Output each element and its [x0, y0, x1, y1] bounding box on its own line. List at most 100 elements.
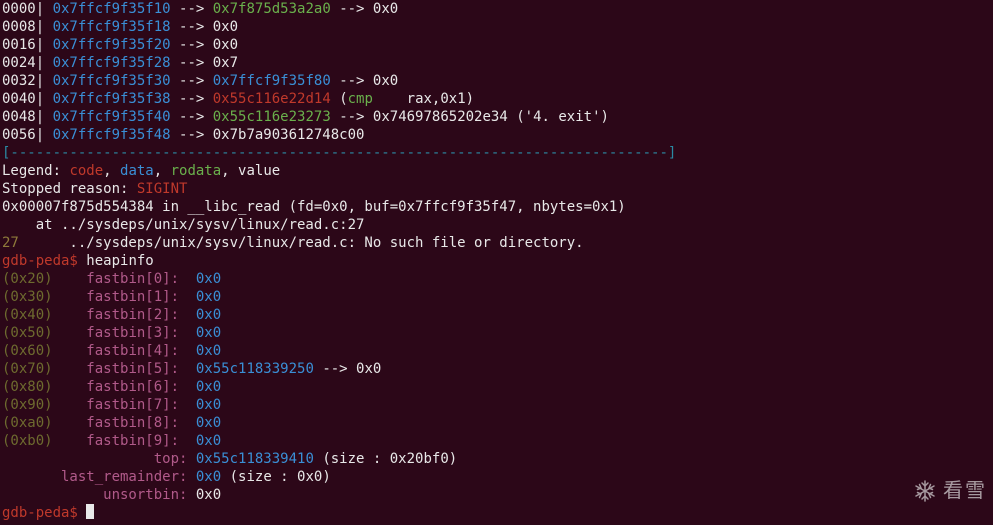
stack-offset: 0032|: [2, 73, 53, 89]
bin-size: (0x80): [2, 379, 86, 395]
legend-code: code: [69, 163, 103, 179]
heap-unsort: unsortbin: 0x0: [2, 486, 991, 504]
heap-lastrem: last_remainder: 0x0 (size : 0x0): [2, 468, 991, 486]
bin-value: 0x0: [196, 415, 221, 431]
stack-row: 0056| 0x7ffcf9f35f48 --> 0x7b7a903612748…: [2, 126, 991, 144]
bin-size: (0xb0): [2, 433, 86, 449]
src-error: ../sysdeps/unix/sysv/linux/read.c: No su…: [19, 235, 584, 251]
bin-value: 0x55c118339250: [196, 361, 314, 377]
fastbin-row: (0xb0) fastbin[9]: 0x0: [2, 432, 991, 450]
stack-offset: 0056|: [2, 127, 53, 143]
stop-signal: SIGINT: [137, 181, 188, 197]
asm-op: cmp: [348, 91, 373, 107]
legend: Legend: code, data, rodata, value: [2, 162, 991, 180]
stack-row: 0008| 0x7ffcf9f35f18 --> 0x0: [2, 18, 991, 36]
stopped-reason: Stopped reason: SIGINT: [2, 180, 991, 198]
stack-address: 0x7ffcf9f35f40: [53, 109, 171, 125]
stack-offset: 0048|: [2, 109, 53, 125]
bin-name: fastbin[5]:: [86, 361, 196, 377]
stack-row: 0048| 0x7ffcf9f35f40 --> 0x55c116e23273 …: [2, 108, 991, 126]
top-label: top:: [2, 451, 196, 467]
bin-value: 0x0: [196, 397, 221, 413]
bin-value: 0x0: [196, 271, 221, 287]
fastbin-row: (0x40) fastbin[2]: 0x0: [2, 306, 991, 324]
fastbin-row: (0x70) fastbin[5]: 0x55c118339250 --> 0x…: [2, 360, 991, 378]
fastbin-row: (0x20) fastbin[0]: 0x0: [2, 270, 991, 288]
lastrem-label: last_remainder:: [2, 469, 196, 485]
bin-value: 0x0: [196, 307, 221, 323]
bin-name: fastbin[2]:: [86, 307, 196, 323]
legend-rodata: rodata: [171, 163, 222, 179]
bin-size: (0xa0): [2, 415, 86, 431]
bin-value: 0x0: [196, 289, 221, 305]
unsort-label: unsortbin:: [2, 487, 196, 503]
fastbin-row: (0x90) fastbin[7]: 0x0: [2, 396, 991, 414]
section-divider: [---------------------------------------…: [2, 145, 676, 161]
stack-offset: 0024|: [2, 55, 53, 71]
stack-pointer: 0x55c116e22d14: [213, 91, 331, 107]
stack-address: 0x7ffcf9f35f20: [53, 37, 171, 53]
stack-offset: 0016|: [2, 37, 53, 53]
fastbin-row: (0x30) fastbin[1]: 0x0: [2, 288, 991, 306]
prompt-line: gdb-peda$: [2, 504, 991, 522]
stack-row: 0000| 0x7ffcf9f35f10 --> 0x7f875d53a2a0 …: [2, 0, 991, 18]
bin-size: (0x60): [2, 343, 86, 359]
legend-data: data: [120, 163, 154, 179]
bin-value: 0x0: [196, 433, 221, 449]
bin-name: fastbin[9]:: [86, 433, 196, 449]
stack-row: 0016| 0x7ffcf9f35f20 --> 0x0: [2, 36, 991, 54]
stack-offset: 0040|: [2, 91, 53, 107]
prompt-line: gdb-peda$ heapinfo: [2, 252, 991, 270]
unsort-value: 0x0: [196, 487, 221, 503]
gdb-prompt: gdb-peda$: [2, 253, 86, 269]
src-line-no: 27: [2, 235, 19, 251]
fastbin-row: (0xa0) fastbin[8]: 0x0: [2, 414, 991, 432]
bin-name: fastbin[1]:: [86, 289, 196, 305]
fastbin-row: (0x50) fastbin[3]: 0x0: [2, 324, 991, 342]
bin-name: fastbin[8]:: [86, 415, 196, 431]
fastbin-row: (0x60) fastbin[4]: 0x0: [2, 342, 991, 360]
stack-address: 0x7ffcf9f35f28: [53, 55, 171, 71]
gdb-prompt: gdb-peda$: [2, 505, 86, 521]
bin-size: (0x40): [2, 307, 86, 323]
stack-offset: 0000|: [2, 1, 53, 17]
frame-info: 0x00007f875d554384 in __libc_read (fd=0x…: [2, 199, 626, 215]
stack-pointer: 0x55c116e23273: [213, 109, 331, 125]
bin-size: (0x90): [2, 397, 86, 413]
bin-name: fastbin[6]:: [86, 379, 196, 395]
frame-at: at ../sysdeps/unix/sysv/linux/read.c:27: [2, 217, 364, 233]
bin-size: (0x70): [2, 361, 86, 377]
bin-name: fastbin[3]:: [86, 325, 196, 341]
heap-top: top: 0x55c118339410 (size : 0x20bf0): [2, 450, 991, 468]
bin-name: fastbin[4]:: [86, 343, 196, 359]
stack-row: 0024| 0x7ffcf9f35f28 --> 0x7: [2, 54, 991, 72]
bin-value: 0x0: [196, 343, 221, 359]
bin-size: (0x20): [2, 271, 86, 287]
fastbin-row: (0x80) fastbin[6]: 0x0: [2, 378, 991, 396]
stack-row: 0032| 0x7ffcf9f35f30 --> 0x7ffcf9f35f80 …: [2, 72, 991, 90]
watermark-text: 看雪: [943, 482, 987, 500]
snowflake-icon: [913, 479, 937, 503]
stack-address: 0x7ffcf9f35f30: [53, 73, 171, 89]
cmd-input: heapinfo: [86, 253, 153, 269]
string-value: '4. exit': [525, 109, 601, 125]
watermark: 看雪: [913, 479, 987, 503]
stack-address: 0x7ffcf9f35f10: [53, 1, 171, 17]
cursor[interactable]: [86, 504, 94, 519]
bin-name: fastbin[0]:: [86, 271, 196, 287]
terminal-output[interactable]: 0000| 0x7ffcf9f35f10 --> 0x7f875d53a2a0 …: [2, 0, 991, 522]
stack-pointer: 0x7ffcf9f35f80: [213, 73, 331, 89]
stack-address: 0x7ffcf9f35f18: [53, 19, 171, 35]
bin-size: (0x50): [2, 325, 86, 341]
bin-value: 0x0: [196, 325, 221, 341]
stack-address: 0x7ffcf9f35f48: [53, 127, 171, 143]
stack-offset: 0008|: [2, 19, 53, 35]
stack-row: 0040| 0x7ffcf9f35f38 --> 0x55c116e22d14 …: [2, 90, 991, 108]
stack-address: 0x7ffcf9f35f38: [53, 91, 171, 107]
bin-size: (0x30): [2, 289, 86, 305]
bin-name: fastbin[7]:: [86, 397, 196, 413]
top-value: 0x55c118339410: [196, 451, 314, 467]
bin-value: 0x0: [196, 379, 221, 395]
lastrem-value: 0x0: [196, 469, 221, 485]
stack-pointer: 0x7f875d53a2a0: [213, 1, 331, 17]
